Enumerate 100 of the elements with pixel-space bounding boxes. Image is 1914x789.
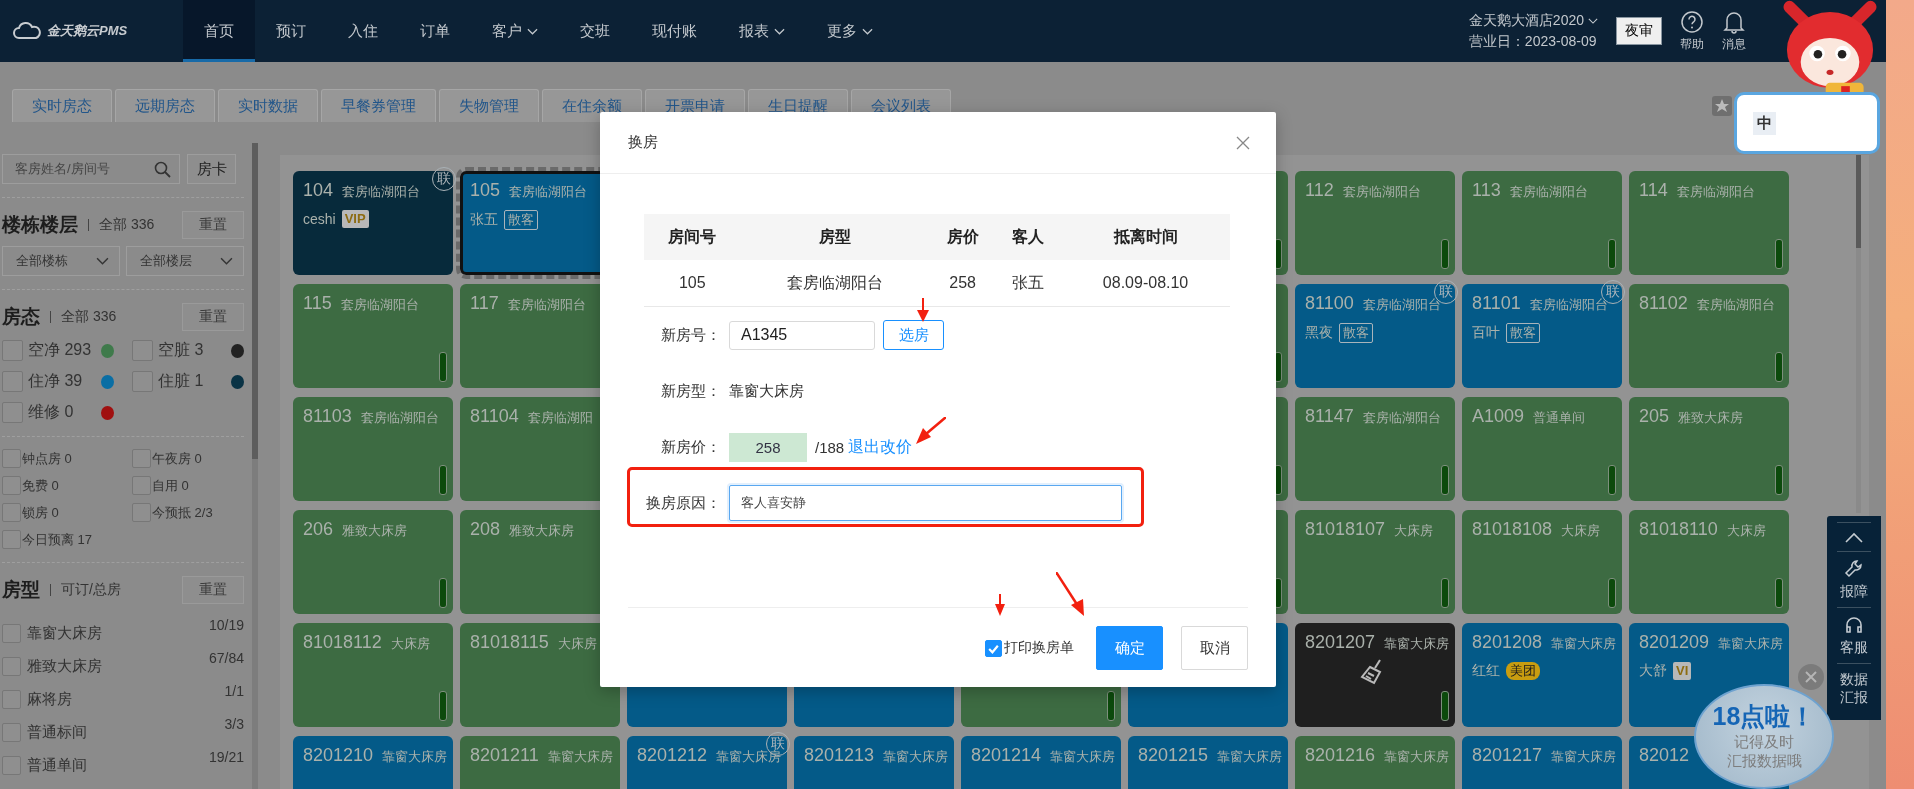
scrollbar[interactable]	[252, 143, 258, 789]
room-card-button[interactable]: 房卡	[187, 154, 236, 184]
confirm-button[interactable]: 确定	[1096, 626, 1163, 670]
status-label: 住脏 1	[158, 371, 205, 391]
room-card[interactable]: 81147 套房临湖阳台	[1295, 397, 1455, 501]
nav-tab[interactable]: 入住	[327, 0, 399, 62]
nav-tab[interactable]: 现付账	[631, 0, 718, 62]
room-card[interactable]: 206 雅致大床房	[293, 510, 453, 614]
nav-tab[interactable]: 预订	[255, 0, 327, 62]
room-card[interactable]: 81018110 大床房	[1629, 510, 1789, 614]
room-card[interactable]: 81102 套房临湖阳台	[1629, 284, 1789, 388]
search-field[interactable]: 客房姓名/房间号	[2, 154, 180, 184]
checkbox[interactable]	[2, 690, 21, 709]
reason-field[interactable]: 客人喜安静	[729, 485, 1122, 521]
room-card[interactable]: 115 套房临湖阳台	[293, 284, 453, 388]
room-card[interactable]: 8201216 靠窗大床房	[1295, 736, 1455, 789]
room-card[interactable]: 81103 套房临湖阳台	[293, 397, 453, 501]
tool-label[interactable]: 数据汇报	[1840, 670, 1868, 707]
checkbox[interactable]	[132, 503, 151, 522]
checkbox[interactable]	[2, 756, 21, 775]
hotel-name[interactable]: 金天鹅大酒店2020	[1468, 11, 1584, 30]
checkbox[interactable]	[2, 657, 21, 676]
night-audit-button[interactable]: 夜审	[1616, 17, 1662, 45]
clean-indicator	[1441, 465, 1449, 495]
room-card[interactable]: 8201217 靠窗大床房	[1462, 736, 1622, 789]
room-type: 大床房	[1561, 522, 1601, 540]
room-type: 靠窗大床房	[883, 748, 949, 766]
checkbox[interactable]	[2, 503, 21, 522]
sub-tab[interactable]: 早餐券管理	[321, 89, 436, 122]
close-icon[interactable]	[1798, 664, 1824, 690]
reset-button[interactable]: 重置	[182, 303, 244, 331]
price-field[interactable]: 258	[729, 432, 807, 462]
clean-indicator	[1441, 239, 1449, 269]
sub-tab[interactable]: 远期房态	[115, 89, 215, 122]
field-label: 新房价：	[660, 437, 721, 457]
checkbox[interactable]	[132, 449, 151, 468]
room-number-field[interactable]: A1345	[729, 320, 875, 350]
nav-tab[interactable]: 交班	[559, 0, 631, 62]
select-room-button[interactable]: 选房	[883, 320, 944, 350]
checkbox[interactable]	[2, 402, 23, 423]
checkbox[interactable]	[985, 639, 1002, 657]
checkbox[interactable]	[132, 340, 153, 361]
tool-label[interactable]: 客服	[1840, 639, 1868, 657]
bell-icon[interactable]	[1723, 9, 1745, 34]
section-summary: 全部 336	[99, 216, 155, 234]
reset-button[interactable]: 重置	[182, 211, 244, 239]
checkbox[interactable]	[132, 371, 153, 392]
room-number: 8201213	[804, 745, 875, 766]
dropdown-select[interactable]: 全部楼栋	[2, 246, 120, 276]
room-card[interactable]: 112 套房临湖阳台	[1295, 171, 1455, 275]
cancel-button[interactable]: 取消	[1181, 626, 1248, 670]
checkbox[interactable]	[2, 476, 21, 495]
room-card[interactable]: 205 雅致大床房	[1629, 397, 1789, 501]
nav-tab[interactable]: 客户	[471, 0, 559, 62]
room-number: 8201209	[1639, 632, 1710, 653]
checkbox[interactable]	[2, 449, 21, 468]
room-card[interactable]: 81018108 大床房	[1462, 510, 1622, 614]
reset-button[interactable]: 重置	[182, 576, 244, 604]
room-card[interactable]: 8201214 靠窗大床房	[961, 736, 1121, 789]
sub-tab[interactable]: 实时房态	[12, 89, 112, 122]
room-card[interactable]: 113 套房临湖阳台	[1462, 171, 1622, 275]
nav-tab[interactable]: 更多	[806, 0, 894, 62]
tool-label[interactable]: 报障	[1840, 583, 1868, 601]
sub-tab[interactable]: 实时数据	[218, 89, 318, 122]
room-type: 靠窗大床房	[1384, 635, 1450, 653]
checkbox[interactable]	[132, 476, 151, 495]
room-card[interactable]: 81018115 大床房	[460, 623, 620, 727]
checkbox[interactable]	[2, 530, 21, 549]
room-card[interactable]: 8201208 靠窗大床房 红红 美团	[1462, 623, 1622, 727]
dropdown-select[interactable]: 全部楼层	[126, 246, 244, 276]
room-card[interactable]: A1009 普通单间	[1462, 397, 1622, 501]
checkbox[interactable]	[2, 723, 21, 742]
headset-icon[interactable]	[1843, 614, 1865, 636]
checkbox[interactable]	[2, 340, 23, 361]
room-card[interactable]: 81018107 大床房	[1295, 510, 1455, 614]
exit-price-edit-link[interactable]: 退出改价	[848, 436, 913, 458]
room-card[interactable]: 8201210 靠窗大床房	[293, 736, 453, 789]
close-icon[interactable]	[1236, 135, 1250, 150]
room-card[interactable]: 104 套房临湖阳台 ceshi VIP 联	[293, 171, 453, 275]
room-type: 雅致大床房	[1678, 409, 1744, 427]
input-mode-indicator[interactable]: 中	[1753, 111, 1776, 135]
filter-label: 钟点房 0	[22, 449, 72, 468]
checkbox[interactable]	[2, 624, 21, 643]
nav-tab[interactable]: 首页	[183, 0, 255, 62]
room-card[interactable]: 8201211 靠窗大床房	[460, 736, 620, 789]
room-card[interactable]: 8201207 靠窗大床房	[1295, 623, 1455, 727]
clean-indicator	[1107, 691, 1115, 721]
wrench-icon[interactable]	[1843, 558, 1865, 580]
nav-tab[interactable]: 报表	[718, 0, 806, 62]
sub-tab[interactable]: 失物管理	[439, 89, 539, 122]
checkbox[interactable]	[2, 371, 23, 392]
room-card[interactable]: 114 套房临湖阳台	[1629, 171, 1789, 275]
nav-tab[interactable]: 订单	[399, 0, 471, 62]
chevron-down-icon	[862, 27, 873, 35]
room-card[interactable]: 81018112 大床房	[293, 623, 453, 727]
room-type: 套房临湖阳台	[340, 296, 419, 314]
scrollbar[interactable]	[1856, 155, 1861, 513]
help-icon[interactable]	[1680, 9, 1704, 34]
room-card[interactable]: 8201213 靠窗大床房	[794, 736, 954, 789]
room-card[interactable]: 8201215 靠窗大床房	[1128, 736, 1288, 789]
